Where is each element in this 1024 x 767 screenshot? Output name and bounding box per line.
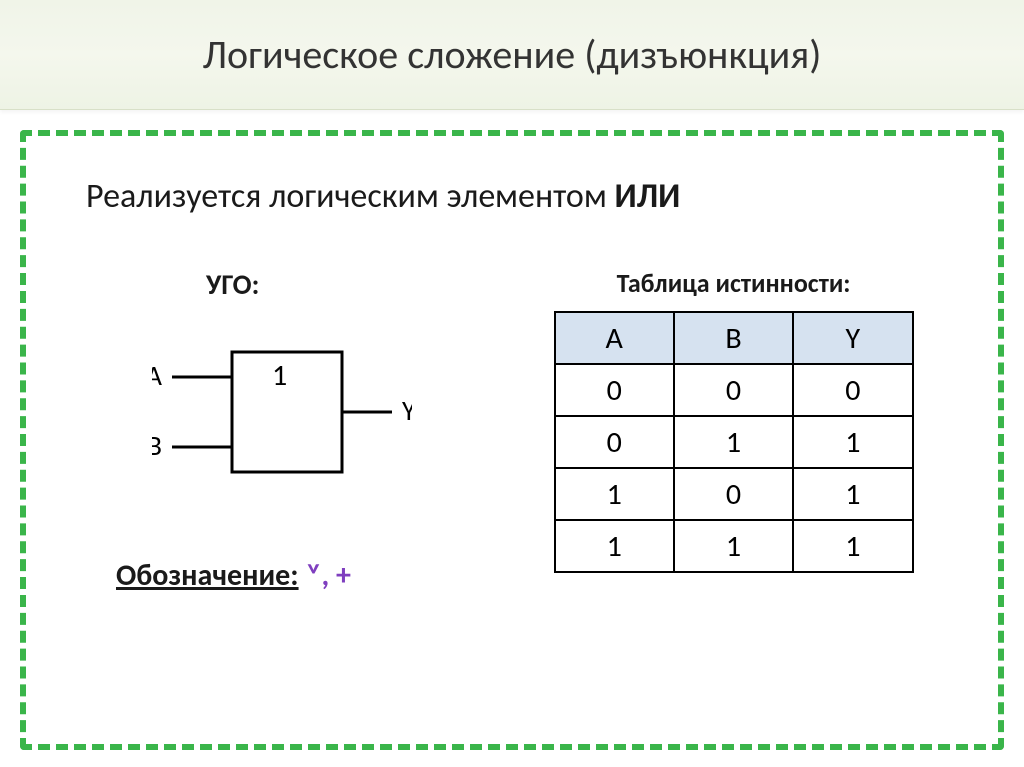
table-row: 1 0 1 — [555, 468, 913, 520]
table-row: 0 1 1 — [555, 416, 913, 468]
content-area: Реализуется логическим элементом ИЛИ УГО… — [20, 130, 1004, 750]
table-row: A B Y — [555, 312, 913, 364]
gate-output: Y — [402, 393, 412, 428]
subtitle: Реализуется логическим элементом ИЛИ — [66, 176, 958, 217]
truth-table-label: Таблица истинности: — [617, 267, 851, 299]
cell: 0 — [555, 364, 674, 416]
ugo-label: УГО: — [86, 267, 259, 302]
notation: Обозначение: ˅, + — [86, 557, 351, 594]
left-column: УГО: A B Y 1 Обозначение: ˅, + — [86, 267, 478, 594]
cell: 1 — [793, 520, 912, 572]
gate-symbol: 1 — [272, 357, 287, 394]
subtitle-prefix: Реализуется логическим элементом — [86, 176, 615, 217]
gate-input-a: A — [152, 358, 163, 393]
truth-table: A B Y 0 0 0 0 1 — [554, 311, 914, 573]
or-gate-icon: A B Y 1 — [152, 327, 412, 497]
gate-input-b: B — [152, 428, 162, 463]
subtitle-bold: ИЛИ — [615, 176, 681, 217]
slide-title: Логическое сложение (дизъюнкция) — [203, 30, 822, 79]
table-row: 1 1 1 — [555, 520, 913, 572]
cell: 1 — [674, 520, 793, 572]
th-a: A — [555, 312, 674, 364]
columns: УГО: A B Y 1 Обозначение: ˅, + Табл — [66, 267, 958, 594]
slide: Логическое сложение (дизъюнкция) Реализу… — [0, 0, 1024, 767]
cell: 1 — [793, 468, 912, 520]
cell: 1 — [555, 468, 674, 520]
cell: 0 — [555, 416, 674, 468]
right-column: Таблица истинности: A B Y 0 0 0 — [529, 267, 938, 573]
title-bar: Логическое сложение (дизъюнкция) — [0, 0, 1024, 110]
notation-symbols: ˅, + — [305, 557, 351, 594]
table-row: 0 0 0 — [555, 364, 913, 416]
cell: 0 — [793, 364, 912, 416]
cell: 1 — [555, 520, 674, 572]
th-b: B — [674, 312, 793, 364]
cell: 1 — [674, 416, 793, 468]
th-y: Y — [793, 312, 912, 364]
notation-label: Обозначение: — [116, 557, 299, 594]
cell: 1 — [793, 416, 912, 468]
cell: 0 — [674, 364, 793, 416]
cell: 0 — [674, 468, 793, 520]
